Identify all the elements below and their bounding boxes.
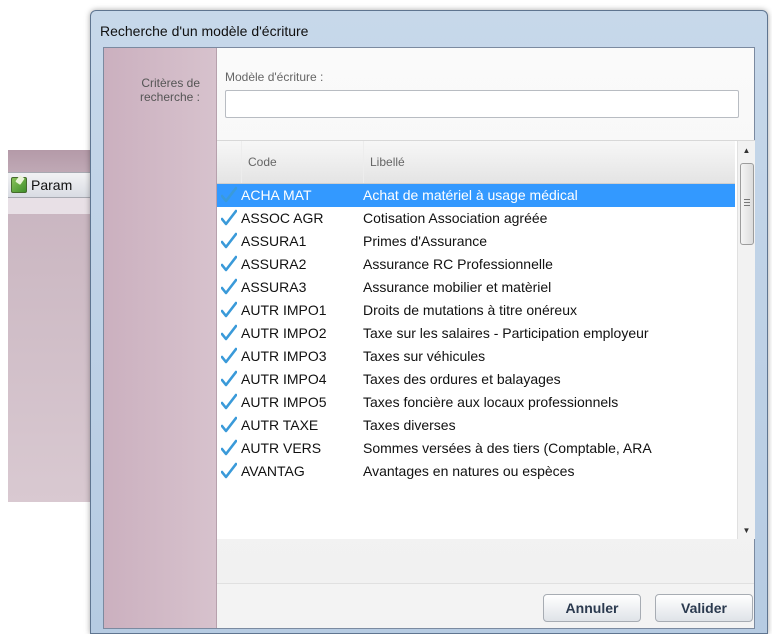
checkmark-icon (221, 347, 237, 364)
table-row[interactable]: AVANTAG Avantages en natures ou espèces (217, 460, 735, 483)
table-row[interactable]: AUTR IMPO5 Taxes foncière aux locaux prof… (217, 391, 735, 414)
table-row[interactable]: ACHA MAT Achat de matériel à usage médica… (217, 184, 735, 207)
table-row[interactable]: AUTR IMPO1 Droits de mutations à titre on… (217, 299, 735, 322)
table-row[interactable]: ASSURA1 Primes d'Assurance (217, 230, 735, 253)
table-header: Code Libellé (217, 141, 735, 184)
row-code: AUTR IMPO5 (241, 394, 327, 410)
row-libelle: Droits de mutations à titre onéreux (363, 302, 577, 318)
column-header-check[interactable] (217, 141, 241, 183)
column-header-code[interactable]: Code (241, 141, 363, 183)
checkmark-icon (221, 324, 237, 341)
row-libelle: Taxes diverses (363, 417, 456, 433)
row-code: AUTR TAXE (241, 417, 319, 433)
checkmark-icon (221, 186, 237, 203)
dialog-footer: Annuler Valider (217, 583, 754, 628)
checkmark-icon (221, 209, 237, 226)
row-libelle: Taxe sur les salaires - Participation em… (363, 325, 649, 341)
dialog-title: Recherche d'un modèle d'écriture (100, 23, 309, 39)
table-row[interactable]: ASSURA2 Assurance RC Professionnelle (217, 253, 735, 276)
table-row[interactable]: ASSOC AGR Cotisation Association agréée (217, 207, 735, 230)
row-libelle: Assurance mobilier et matèriel (363, 279, 552, 295)
checkmark-icon (221, 393, 237, 410)
row-code: AUTR IMPO4 (241, 371, 327, 387)
dialog-content: Modèle d'écriture : Code Libellé ACHA MA… (217, 48, 755, 628)
row-code: ASSOC AGR (241, 210, 324, 226)
scrollbar-thumb[interactable] (740, 163, 754, 245)
model-field-label: Modèle d'écriture : (225, 70, 324, 84)
checkmark-icon (221, 301, 237, 318)
column-header-libelle[interactable]: Libellé (363, 141, 735, 183)
checkmark-icon (221, 370, 237, 387)
model-table: Code Libellé ACHA MAT Achat de matériel à… (217, 140, 755, 539)
settings-app-icon (11, 177, 27, 193)
dialog-body: Critères de recherche : Modèle d'écritur… (103, 47, 755, 629)
scroll-down-arrow-icon[interactable]: ▼ (738, 521, 755, 539)
checkmark-icon (221, 462, 237, 479)
vertical-scrollbar[interactable]: ▲ ▼ (737, 141, 755, 539)
checkmark-icon (221, 439, 237, 456)
scroll-up-arrow-icon[interactable]: ▲ (738, 141, 755, 159)
row-code: AUTR IMPO2 (241, 325, 327, 341)
table-row[interactable]: AUTR IMPO2 Taxe sur les salaires - Partic… (217, 322, 735, 345)
checkmark-icon (221, 255, 237, 272)
row-libelle: Assurance RC Professionnelle (363, 256, 553, 272)
validate-button[interactable]: Valider (655, 594, 753, 622)
row-code: ACHA MAT (241, 187, 312, 203)
search-model-dialog: Recherche d'un modèle d'écriture Critère… (90, 10, 768, 634)
checkmark-icon (221, 232, 237, 249)
row-libelle: Sommes versées à des tiers (Comptable, A… (363, 440, 652, 456)
cancel-button[interactable]: Annuler (543, 594, 641, 622)
criteria-label: Critères de recherche : (139, 76, 200, 104)
row-code: AVANTAG (241, 463, 305, 479)
row-libelle: Primes d'Assurance (363, 233, 488, 249)
row-libelle: Achat de matériel à usage médical (363, 187, 578, 203)
table-row[interactable]: AUTR VERS Sommes versées à des tiers (Com… (217, 437, 735, 460)
row-code: ASSURA3 (241, 279, 307, 295)
table-row[interactable]: ASSURA3 Assurance mobilier et matèriel (217, 276, 735, 299)
row-libelle: Taxes des ordures et balayages (363, 371, 561, 387)
row-libelle: Cotisation Association agréée (363, 210, 548, 226)
table-row[interactable]: AUTR IMPO4 Taxes des ordures et balayages (217, 368, 735, 391)
row-code: AUTR IMPO3 (241, 348, 327, 364)
table-row[interactable]: AUTR TAXE Taxes diverses (217, 414, 735, 437)
row-libelle: Taxes foncière aux locaux professionnels (363, 394, 619, 410)
table-row[interactable]: AUTR IMPO3 Taxes sur véhicules (217, 345, 735, 368)
row-code: AUTR IMPO1 (241, 302, 327, 318)
checkmark-icon (221, 278, 237, 295)
row-code: ASSURA2 (241, 256, 307, 272)
background-window-title: Param (31, 177, 73, 193)
criteria-panel: Critères de recherche : (104, 48, 217, 628)
row-code: AUTR VERS (241, 440, 322, 456)
model-search-input[interactable] (225, 90, 739, 118)
checkmark-icon (221, 416, 237, 433)
row-libelle: Taxes sur véhicules (363, 348, 486, 364)
row-libelle: Avantages en natures ou espèces (363, 463, 575, 479)
row-code: ASSURA1 (241, 233, 307, 249)
